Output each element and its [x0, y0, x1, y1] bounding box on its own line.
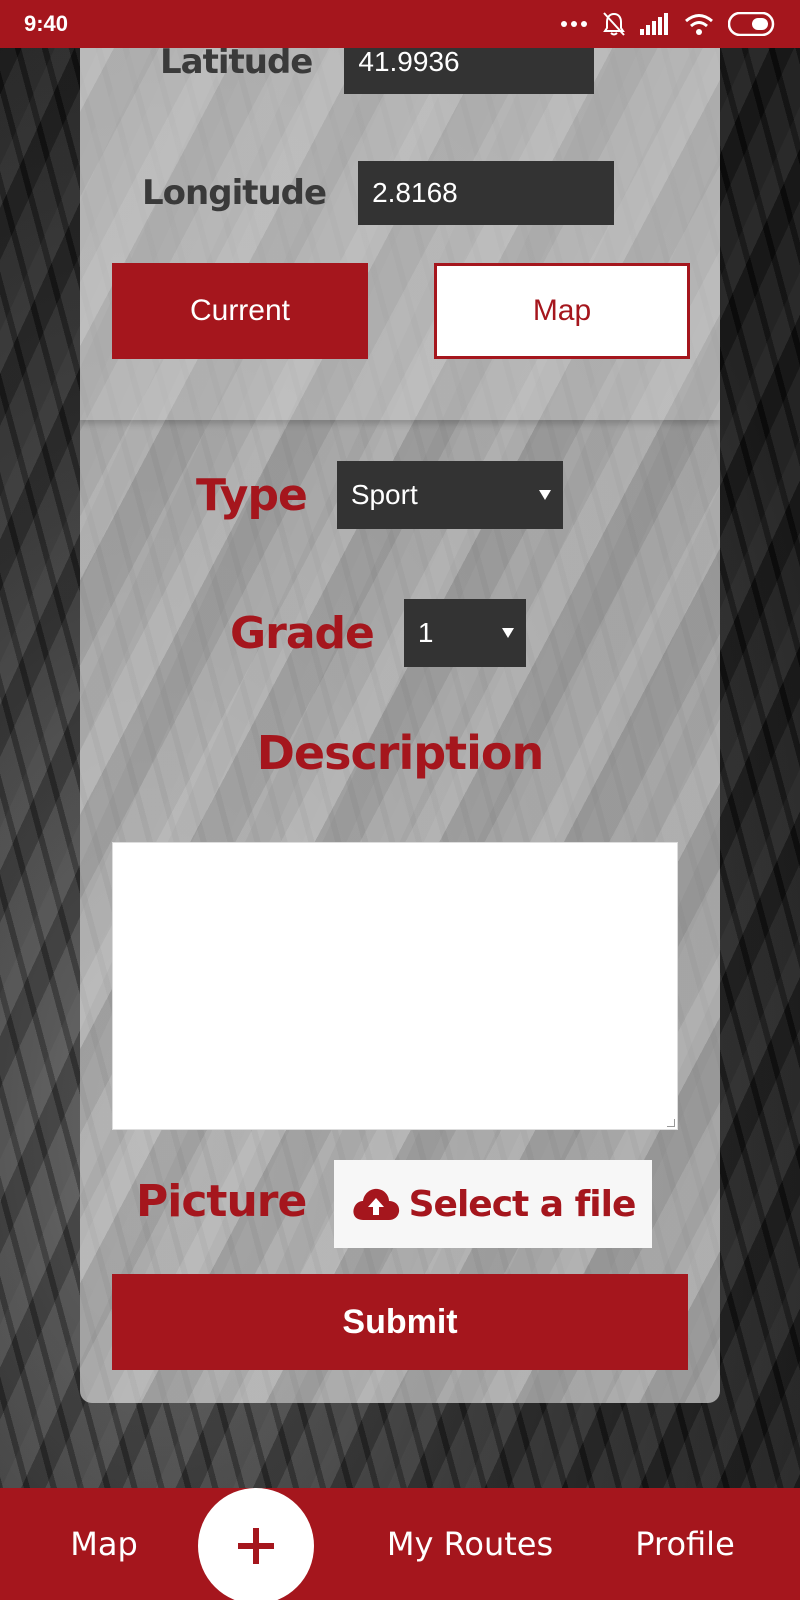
resize-grip-icon: [667, 1119, 675, 1127]
nav-item-profile[interactable]: Profile: [610, 1488, 760, 1600]
latitude-label: Latitude: [160, 48, 313, 82]
bottom-nav: Map My Routes Profile: [0, 1488, 800, 1600]
battery-icon: [728, 12, 775, 36]
nav-item-map[interactable]: Map: [44, 1488, 164, 1600]
status-time: 9:40: [24, 11, 69, 36]
type-row: Type Sport: [196, 461, 563, 529]
select-file-label: Select a file: [408, 1183, 637, 1225]
status-icons: [560, 11, 776, 37]
latitude-input[interactable]: 41.9936: [344, 48, 595, 94]
location-section: [80, 48, 720, 420]
longitude-label: Longitude: [142, 173, 327, 213]
add-route-card: Latitude 41.9936 Longitude 2.8168 Curren…: [80, 48, 720, 1403]
description-textarea[interactable]: [112, 842, 678, 1130]
signal-icon: [640, 13, 668, 35]
map-button[interactable]: Map: [434, 263, 690, 359]
wifi-icon: [685, 14, 713, 35]
grade-label: Grade: [230, 607, 375, 659]
bell-off-icon: [603, 12, 625, 36]
grade-select[interactable]: 1: [403, 599, 526, 667]
submit-button[interactable]: Submit: [112, 1274, 688, 1370]
description-heading: Description: [80, 726, 720, 780]
longitude-row: Longitude 2.8168: [142, 161, 615, 225]
description-label: Description: [256, 726, 545, 780]
latitude-row: Latitude 41.9936: [160, 48, 595, 94]
picture-row: Picture: [136, 1176, 307, 1227]
nav-item-my-routes[interactable]: My Routes: [350, 1488, 590, 1600]
type-select-value: Sport: [350, 479, 418, 510]
plus-icon: [238, 1528, 274, 1564]
cloud-upload-icon: [353, 1188, 399, 1220]
picture-label: Picture: [136, 1176, 307, 1227]
caret-down-icon: [538, 490, 551, 500]
select-file-button[interactable]: Select a file: [334, 1160, 652, 1248]
caret-down-icon: [501, 628, 514, 638]
grade-row: Grade 1: [230, 599, 526, 667]
more-dots-icon: [561, 21, 587, 27]
type-select[interactable]: Sport: [336, 461, 563, 529]
type-label: Type: [196, 469, 308, 521]
longitude-input[interactable]: 2.8168: [358, 161, 615, 225]
add-route-fab[interactable]: [198, 1488, 314, 1600]
status-bar: 9:40: [0, 0, 800, 48]
current-location-button[interactable]: Current: [112, 263, 368, 359]
grade-select-value: 1: [417, 617, 434, 648]
